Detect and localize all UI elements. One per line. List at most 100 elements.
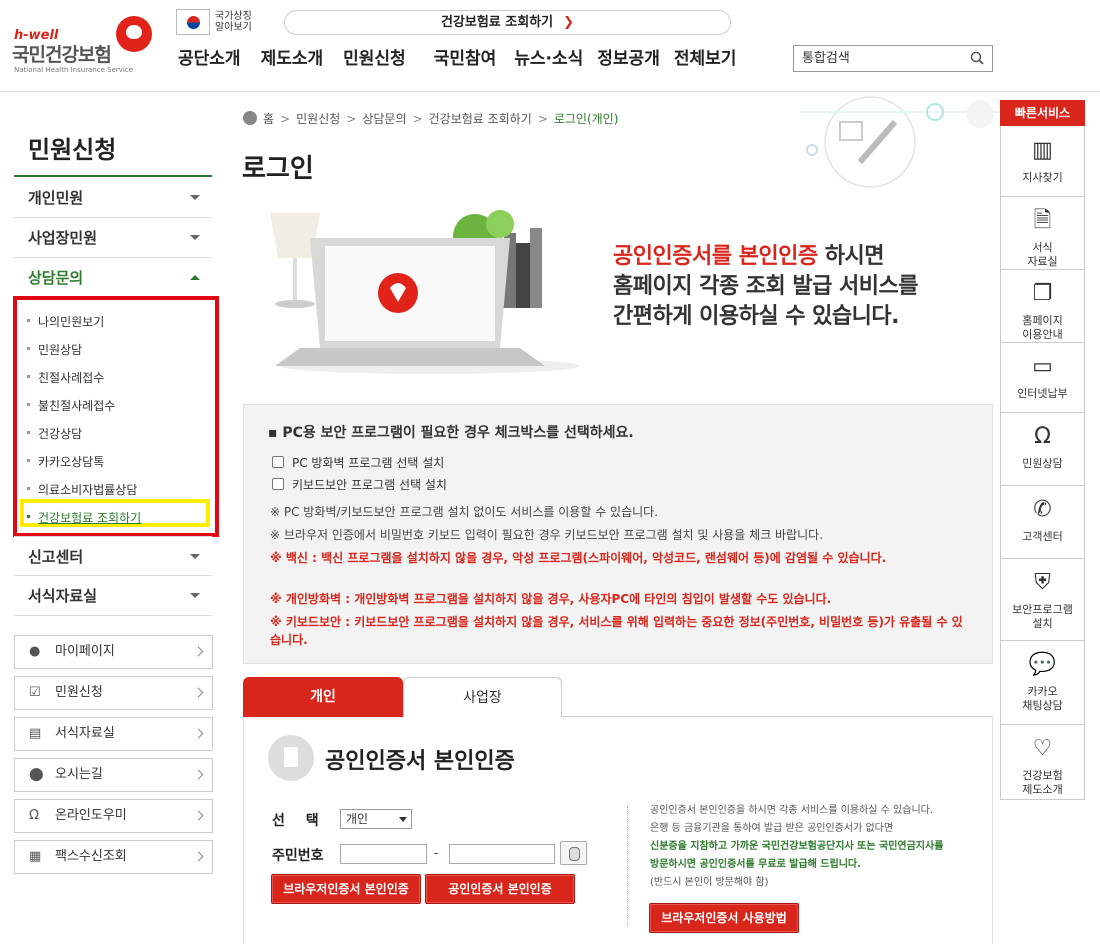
logo-name: 국민건강보험 (12, 44, 112, 66)
user-type-select[interactable]: 개인 (340, 809, 412, 829)
home-icon[interactable] (243, 111, 257, 125)
page-title: 로그인 (242, 154, 314, 184)
id-dash: - (434, 846, 439, 860)
submenu-my-civil[interactable]: 나의민원보기 (26, 313, 105, 330)
breadcrumb-civil[interactable]: 민원신청 (296, 112, 340, 126)
search-placeholder: 통합검색 (802, 51, 850, 66)
search-icon[interactable] (970, 51, 984, 65)
korean-flag-icon (176, 9, 210, 35)
browser-cert-howto-button[interactable]: 브라우저인증서 사용방법 (649, 903, 799, 933)
sidebar-item-label: 개인민원 (28, 189, 84, 207)
checkbox-icon[interactable] (272, 456, 284, 468)
submenu-kind-report[interactable]: 친절사례접수 (26, 369, 104, 386)
quick-label: 홈페이지 이용안내 (1022, 314, 1063, 341)
national-symbol-link[interactable]: 국가상징 알아보기 (176, 9, 258, 36)
nav-all[interactable]: 전체보기 (674, 44, 737, 69)
chevron-down-icon (190, 195, 200, 200)
nhis-logo[interactable]: h-well 국민건강보험 National Health Insurance … (12, 14, 152, 74)
quick-civil-consult[interactable]: Ω 민원상담 (1001, 413, 1084, 486)
premium-lookup-label: 건강보험료 조회하기 (440, 15, 554, 30)
submenu-premium-lookup[interactable]: 건강보험료 조회하기 (26, 509, 142, 526)
tab-personal[interactable]: 개인 (243, 677, 403, 717)
quick-fax[interactable]: ▦ 팩스수신조회 (14, 840, 213, 874)
id-back-input[interactable] (449, 844, 555, 864)
quick-civil-apply[interactable]: ☑ 민원신청 (14, 676, 213, 710)
quick-label: 인터넷납부 (1017, 387, 1068, 400)
sidebar-item-label: 상담문의 (28, 269, 84, 287)
submenu-label: 건강상담 (38, 427, 83, 441)
breadcrumb-home[interactable]: 홈 (263, 112, 274, 126)
hero-line2: 홈페이지 각종 조회 발급 서비스를 (613, 274, 919, 299)
nav-participation[interactable]: 국민참여 (434, 44, 497, 69)
submenu-label: 나의민원보기 (38, 315, 105, 329)
submenu-unkind-report[interactable]: 불친절사례접수 (26, 397, 115, 414)
quick-label: 서식자료실 (55, 726, 115, 741)
quick-label: 오시는길 (55, 767, 103, 782)
chevron-right-icon: ❯ (563, 15, 575, 30)
quick-kakao-chat[interactable]: 💬 카카오 채팅상담 (1001, 641, 1084, 725)
sidebar-item-consult[interactable]: 상담문의 (14, 258, 212, 298)
submenu-health-consult[interactable]: 건강상담 (26, 425, 83, 442)
quick-forms-library[interactable]: 🗎 서식 자료실 (1001, 197, 1084, 270)
keyboard-security-checkbox[interactable]: 키보드보안 프로그램 선택 설치 (272, 476, 447, 493)
sidebar-item-label: 신고센터 (28, 548, 84, 566)
quick-homepage-guide[interactable]: ❐ 홈페이지 이용안내 (1001, 270, 1084, 343)
sidebar-item-personal[interactable]: 개인민원 (14, 178, 212, 218)
hero-highlight: 공인인증서를 본인인증 (613, 244, 818, 269)
hero-message: 공인인증서를 본인인증 하시면 홈페이지 각종 조회 발급 서비스를 간편하게 … (613, 242, 919, 332)
chevron-right-icon (193, 728, 204, 739)
quick-mypage[interactable]: ● 마이페이지 (14, 635, 213, 669)
quick-internet-payment[interactable]: ▭ 인터넷납부 (1001, 343, 1084, 413)
monitor-icon: ▭ (1032, 354, 1053, 379)
select-label: 선 택 (272, 813, 327, 829)
submenu-label: 건강보험료 조회하기 (38, 511, 142, 525)
sidebar-item-business[interactable]: 사업장민원 (14, 218, 212, 258)
public-cert-auth-button[interactable]: 공인인증서 본인인증 (425, 874, 575, 904)
firewall-warning: ※ 개인방화벽 : 개인방화벽 프로그램을 설치하지 않을 경우, 사용자PC에… (270, 592, 832, 606)
hero-line3: 간편하게 이용하실 수 있습니다. (613, 304, 899, 329)
sidebar-item-forms[interactable]: 서식자료실 (14, 576, 212, 616)
main-nav: 공단소개 제도소개 민원신청 국민참여 뉴스·소식 정보공개 전체보기 (178, 44, 756, 69)
submenu-legal-consult[interactable]: 의료소비자법률상담 (26, 481, 138, 498)
firewall-checkbox[interactable]: PC 방화벽 프로그램 선택 설치 (272, 454, 444, 471)
chevron-right-icon (193, 851, 204, 862)
check-icon: ☑ (29, 685, 41, 700)
search-input[interactable]: 통합검색 (793, 45, 993, 72)
flag-label-2: 알아보기 (215, 22, 252, 33)
sidebar-title: 민원신청 (28, 136, 117, 164)
location-icon: ⬤ (29, 767, 44, 782)
chevron-down-icon (190, 235, 200, 240)
heartbeat-icon: ♡ (1032, 736, 1053, 761)
decorative-pencil-graphic (800, 96, 1000, 188)
quick-insurance-intro[interactable]: ♡ 건강보험 제도소개 (1001, 725, 1084, 799)
quick-directions[interactable]: ⬤ 오시는길 (14, 758, 213, 792)
quick-security-install[interactable]: ⛨ 보안프로그램 설치 (1001, 559, 1084, 641)
nav-info[interactable]: 정보공개 (597, 44, 660, 69)
cert-info-line: 방문하시면 공인인증서를 무료로 발급해 드립니다. (650, 856, 861, 874)
id-front-input[interactable] (340, 844, 427, 864)
quick-branch-finder[interactable]: ▥ 지사찾기 (1001, 127, 1084, 197)
flag-label-1: 국가상징 (215, 11, 252, 22)
headset-icon: Ω (1034, 424, 1051, 449)
breadcrumb-lookup[interactable]: 건강보험료 조회하기 (429, 112, 532, 126)
quick-customer-center[interactable]: ✆ 고객센터 (1001, 486, 1084, 559)
keyboard-warning: ※ 키보드보안 : 키보드보안 프로그램을 설치하지 않을 경우, 서비스를 위… (270, 615, 963, 647)
submenu-kakao-talk[interactable]: 카카오상담톡 (26, 453, 104, 470)
nav-civil[interactable]: 민원신청 (343, 44, 406, 69)
cert-info-line: 은행 등 금융기관을 통하여 발급 받은 공인인증서가 없다면 (650, 823, 894, 834)
submenu-civil-consult[interactable]: 민원상담 (26, 341, 82, 358)
mouse-keyboard-icon[interactable] (560, 841, 587, 865)
premium-lookup-button[interactable]: 건강보험료 조회하기 ❯ (284, 10, 731, 35)
checkbox-icon[interactable] (272, 478, 284, 490)
nav-system[interactable]: 제도소개 (261, 44, 324, 69)
building-icon: ▥ (1032, 138, 1053, 163)
quick-online-help[interactable]: Ω 온라인도우미 (14, 799, 213, 833)
breadcrumb-consult[interactable]: 상담문의 (362, 112, 406, 126)
browser-cert-auth-button[interactable]: 브라우저인증서 본인인증 (271, 874, 421, 904)
quick-forms[interactable]: ▤ 서식자료실 (14, 717, 213, 751)
nav-news[interactable]: 뉴스·소식 (514, 44, 583, 69)
nav-about[interactable]: 공단소개 (178, 44, 241, 69)
tab-business[interactable]: 사업장 (403, 677, 562, 717)
sidebar-item-report-center[interactable]: 신고센터 (14, 536, 212, 576)
submenu-label: 의료소비자법률상담 (38, 483, 138, 497)
